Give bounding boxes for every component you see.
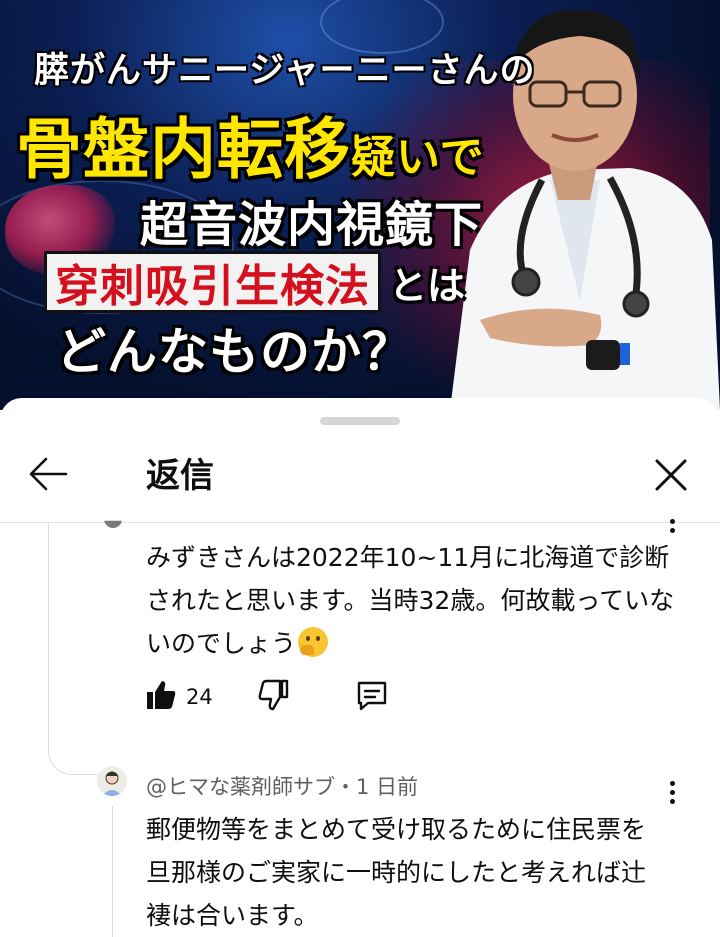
thumbnail-title-line1: 膵がんサニージャーニーさんの bbox=[34, 51, 536, 91]
comment-text: みずきさんは2022年10~11月に北海道で診断されたと思います。当時32歳。何… bbox=[146, 536, 686, 665]
more-options-icon[interactable] bbox=[667, 778, 677, 810]
dislike-icon[interactable] bbox=[256, 678, 290, 712]
thumbnail-title-line4-tail: とは bbox=[389, 263, 466, 308]
drag-handle[interactable] bbox=[320, 417, 400, 425]
thread-line bbox=[48, 524, 49, 754]
reply-comment-icon[interactable] bbox=[354, 678, 390, 714]
thumbnail-title-line4: 穿刺吸引生検法 とは bbox=[44, 251, 466, 313]
like-icon[interactable] bbox=[144, 678, 178, 712]
thumbnail-title-highlight: 骨盤内転移 bbox=[16, 111, 351, 188]
sheet-header: 返信 bbox=[0, 428, 720, 520]
arrow-left-icon[interactable] bbox=[26, 454, 70, 494]
page-title: 返信 bbox=[146, 456, 214, 496]
reply-thread-line bbox=[112, 806, 113, 937]
thumbnail-title-line2: 骨盤内転移疑いで bbox=[16, 96, 485, 192]
thumbnail-title-line3: 超音波内視鏡下 bbox=[140, 197, 484, 253]
comment-body: みずきさんは2022年10~11月に北海道で診断されたと思います。当時32歳。何… bbox=[146, 543, 675, 658]
thumbnail-title-suffix: 疑いで bbox=[351, 132, 485, 183]
close-icon[interactable] bbox=[648, 452, 694, 498]
thinking-face-emoji bbox=[298, 627, 329, 657]
reply-author-meta[interactable]: @ヒマな薬剤師サブ・1 日前 bbox=[146, 771, 418, 801]
thumbnail-title-boxed-text: 穿刺吸引生検法 bbox=[55, 261, 370, 312]
reply-text: 郵便物等をまとめて受け取るために住民票を旦那様のご実家に一時的にしたと考えれば辻… bbox=[146, 815, 647, 930]
like-count: 24 bbox=[186, 685, 213, 709]
thumbnail-title-box: 穿刺吸引生検法 bbox=[44, 251, 381, 313]
video-thumbnail[interactable]: 膵がんサニージャーニーさんの 骨盤内転移疑いで 超音波内視鏡下 穿刺吸引生検法 … bbox=[0, 0, 720, 410]
thumbnail-title-line5: どんなものか？ bbox=[56, 323, 413, 381]
replies-sheet: 返信 みずきさんは2022年10~11月に北海道で診断されたと思います。当時32… bbox=[0, 398, 720, 937]
thread-connector bbox=[48, 728, 99, 775]
reply-avatar[interactable] bbox=[97, 766, 127, 796]
